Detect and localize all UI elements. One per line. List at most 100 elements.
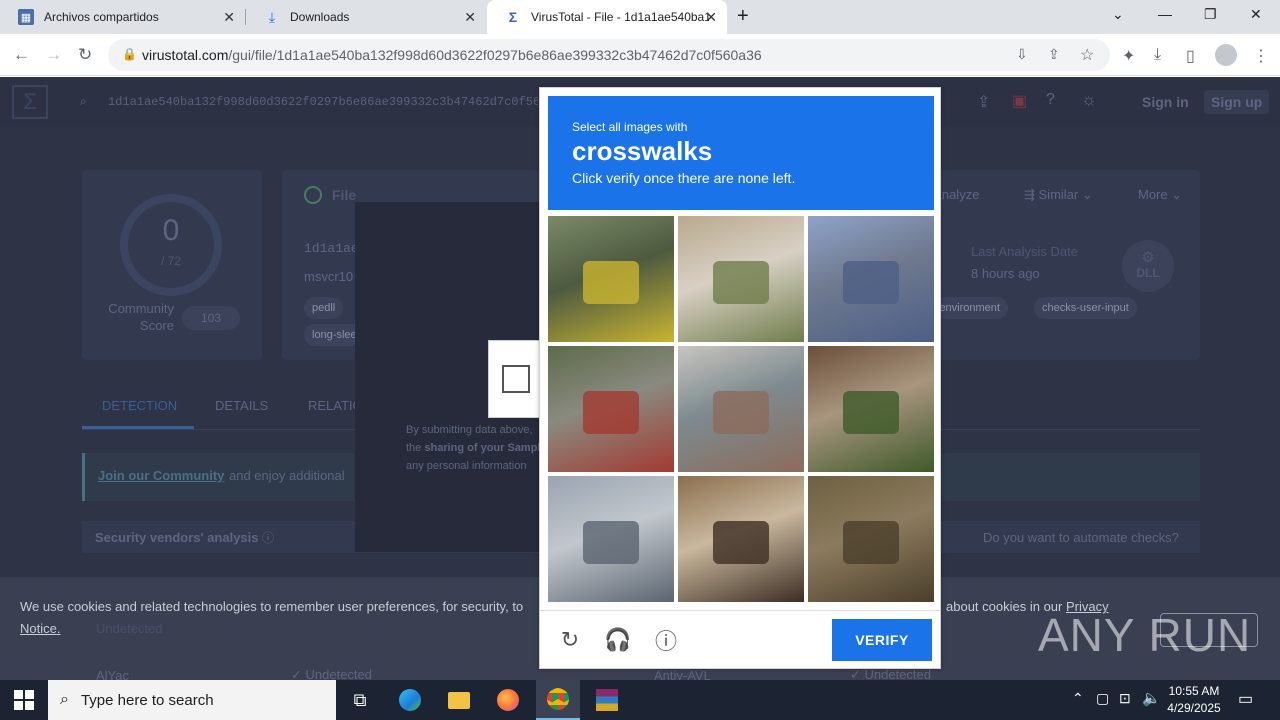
tag[interactable]: checks-user-input <box>1034 297 1137 319</box>
captcha-image-tile[interactable] <box>808 346 934 472</box>
url-text: virustotal.com/gui/file/1d1a1ae540ba132f… <box>142 47 762 63</box>
community-score-value: 103 <box>182 306 240 330</box>
file-name: msvcr10 <box>304 269 354 284</box>
taskbar-search[interactable]: ⌕ Type here to search <box>48 680 336 720</box>
restore-icon[interactable]: ❐ <box>1204 6 1217 23</box>
vendor-name: AlYac <box>96 668 129 680</box>
file-explorer-icon[interactable] <box>443 686 475 714</box>
check-icon: ✓ <box>291 667 306 680</box>
file-hash: 1d1a1ae <box>304 241 359 256</box>
volume-icon[interactable]: 🔈 <box>1142 689 1161 707</box>
join-community-link[interactable]: Join our Community <box>98 468 224 483</box>
sheets-icon: ▦ <box>18 9 34 25</box>
reload-icon[interactable]: ↻ <box>78 45 92 65</box>
bookmark-star-icon[interactable]: ☆ <box>1080 45 1094 65</box>
theme-icon[interactable]: ☼ <box>1081 90 1097 110</box>
notice-link[interactable]: Notice. <box>20 621 60 636</box>
tile-subject <box>583 391 639 435</box>
window-close-icon[interactable]: ✕ <box>1250 6 1262 23</box>
new-tab-button[interactable]: + <box>737 5 749 28</box>
downloads-icon[interactable]: ⤓ <box>1154 46 1161 64</box>
detection-score: 0 <box>162 214 180 247</box>
sign-up-button[interactable]: Sign up <box>1204 90 1270 114</box>
tab-downloads[interactable]: ⤓ Downloads ✕ <box>246 0 486 34</box>
tray-device-icon[interactable]: ▢ <box>1096 690 1109 707</box>
captcha-image-tile[interactable] <box>808 216 934 342</box>
vendor-name: Antiy-AVL <box>654 668 711 680</box>
clock-date: 4/29/2025 <box>1167 701 1221 715</box>
address-bar[interactable]: 🔒 virustotal.com/gui/file/1d1a1ae540ba13… <box>108 39 1110 71</box>
verify-button[interactable]: VERIFY <box>832 619 932 661</box>
automate-link[interactable]: Do you want to automate checks? <box>983 530 1179 545</box>
winrar-icon[interactable] <box>591 686 623 714</box>
check-circle-icon <box>304 186 322 204</box>
clock[interactable]: 10:55 AM 4/29/2025 <box>1160 683 1228 717</box>
captcha-image-tile[interactable] <box>548 216 674 342</box>
windows-start-icon[interactable] <box>14 690 34 710</box>
profile-avatar[interactable] <box>1215 44 1237 66</box>
tab-archivos[interactable]: ▦ Archivos compartidos ✕ <box>0 0 245 34</box>
file-title: File <box>332 187 357 203</box>
side-panel-icon[interactable]: ▯ <box>1186 46 1195 66</box>
reload-icon[interactable]: ↻ <box>557 627 583 653</box>
tab-details[interactable]: DETAILS <box>215 398 268 413</box>
tray-chevron-icon[interactable]: ⌃ <box>1072 690 1084 707</box>
tab-title: VirusTotal - File - 1d1a1ae540ba1 <box>531 10 709 24</box>
upload-icon[interactable]: ⇪ <box>977 92 990 112</box>
prompt-keyword: crosswalks <box>572 136 713 166</box>
score-card: 0 / 72 Community Score 103 <box>82 170 262 360</box>
similar-icon: ⇶ <box>1024 187 1039 202</box>
captcha-image-tile[interactable] <box>548 476 674 602</box>
vt-search-input[interactable]: 1d1a1ae540ba132f998d60d3622f0297b6e86ae3… <box>108 95 538 109</box>
clock-time: 10:55 AM <box>1168 684 1220 698</box>
tag[interactable]: pedll <box>304 297 344 319</box>
task-view-icon[interactable]: ⧉ <box>344 686 376 714</box>
tile-subject <box>583 261 639 305</box>
edge-icon[interactable] <box>394 686 426 714</box>
cookie-text: We use cookies and related technologies … <box>20 599 524 614</box>
tab-search-icon[interactable]: ⌄ <box>1112 6 1124 23</box>
network-icon[interactable]: ⊡ <box>1119 690 1131 707</box>
prompt-line: Select all images with <box>572 120 688 134</box>
gear-icon: ⚙ <box>1141 249 1155 266</box>
tile-subject <box>713 521 769 565</box>
captcha-checkbox[interactable] <box>502 365 530 393</box>
sign-in-link[interactable]: Sign in <box>1142 94 1189 110</box>
captcha-image-tile[interactable] <box>678 346 804 472</box>
close-icon[interactable]: ✕ <box>223 10 235 24</box>
audio-challenge-icon[interactable]: 🎧 <box>604 627 631 653</box>
share-icon[interactable]: ⇪ <box>1048 46 1060 63</box>
tab-virustotal[interactable]: Σ VirusTotal - File - 1d1a1ae540ba1 ✕ <box>487 0 727 34</box>
tab-strip: ▦ Archivos compartidos ✕ ⤓ Downloads ✕ Σ… <box>0 0 1280 34</box>
help-icon[interactable]: ? <box>1046 91 1055 109</box>
taskbar-search-placeholder: Type here to search <box>80 691 214 709</box>
more-dropdown[interactable]: More ⌄ <box>1138 187 1182 203</box>
similar-dropdown[interactable]: ⇶ Similar ⌄ <box>1024 187 1093 203</box>
menu-icon[interactable]: ⋮ <box>1253 46 1269 66</box>
vt-logo-icon[interactable]: Σ <box>12 85 48 119</box>
minimize-icon[interactable]: — <box>1158 6 1172 22</box>
extensions-icon[interactable]: ✦ <box>1122 46 1135 66</box>
firefox-icon[interactable] <box>492 686 524 714</box>
install-icon[interactable]: ⇩ <box>1016 46 1028 63</box>
notifications-icon[interactable]: ▣ <box>1012 91 1027 111</box>
notification-center-icon[interactable]: ▭ <box>1238 689 1253 709</box>
captcha-image-tile[interactable] <box>808 476 934 602</box>
info-icon[interactable]: ⓘ <box>653 627 679 654</box>
back-icon[interactable]: ← <box>13 45 30 65</box>
taskbar: ⌕ Type here to search ⧉ ⌃ ▢ ⊡ 🔈 10:55 AM… <box>0 680 1280 720</box>
info-icon[interactable]: ⓘ <box>262 529 274 546</box>
chrome-icon[interactable] <box>536 680 580 720</box>
captcha-checkbox-frame <box>488 340 540 418</box>
captcha-image-tile[interactable] <box>548 346 674 472</box>
close-icon[interactable]: ✕ <box>464 10 476 24</box>
tile-subject <box>843 521 899 565</box>
tab-title: Archivos compartidos <box>44 10 159 24</box>
close-icon[interactable]: ✕ <box>705 10 717 24</box>
captcha-image-tile[interactable] <box>678 476 804 602</box>
anyrun-watermark: ANY RUN <box>1038 609 1252 661</box>
forward-icon[interactable]: → <box>45 45 62 65</box>
search-icon: ⌕ <box>80 94 87 108</box>
tab-detection[interactable]: DETECTION <box>102 398 177 413</box>
captcha-image-tile[interactable] <box>678 216 804 342</box>
